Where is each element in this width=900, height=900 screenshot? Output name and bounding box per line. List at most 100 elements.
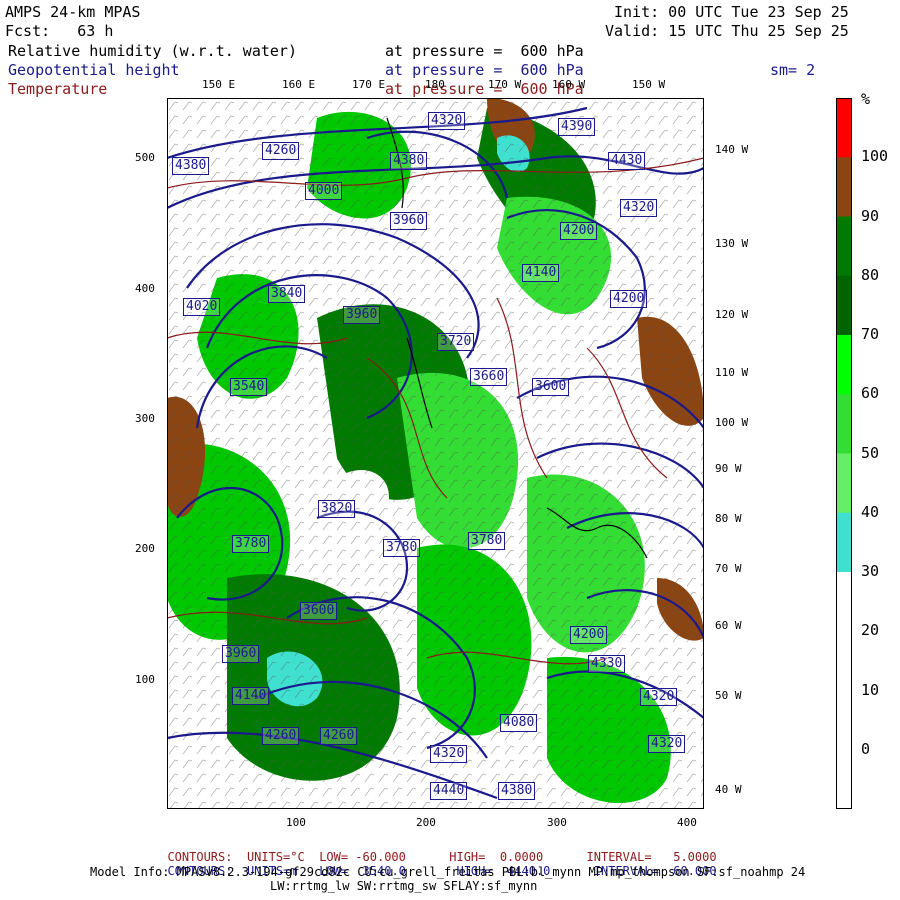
top-lon-label: 160 W	[552, 78, 586, 91]
right-lon-label: 140 W	[715, 143, 749, 156]
forecast-hour: Fcst: 63 h	[5, 22, 114, 40]
field-height-level: at pressure = 600 hPa	[385, 61, 584, 79]
height-contour-label: 4080	[500, 714, 538, 732]
colorbar-level-label: 80	[861, 265, 880, 284]
x-tick-label: 200	[416, 816, 436, 829]
colorbar-swatch	[836, 690, 852, 751]
colorbar-level-label: 50	[861, 443, 880, 462]
model-info-physics: LW:rrtmg_lw SW:rrtmg_sw SFLAY:sf_mynn	[270, 879, 538, 893]
field-rh-level: at pressure = 600 hPa	[385, 42, 584, 60]
colorbar-swatch	[836, 335, 852, 395]
top-lon-label: 170 E	[352, 78, 386, 91]
right-lon-label: 90 W	[715, 462, 742, 475]
right-lon-label: 100 W	[715, 416, 749, 429]
height-contour-label: 4330	[588, 655, 626, 673]
height-contour-label: 4200	[560, 222, 598, 240]
model-info: Model Info: MPASv8.2.3-194-gf29cd82c CU:…	[90, 865, 806, 879]
x-tick-label: 100	[286, 816, 306, 829]
height-contour-label: 4430	[608, 152, 646, 170]
colorbar-swatch	[836, 749, 852, 809]
height-contour-label: 4260	[262, 142, 300, 160]
height-contour-label: 4200	[570, 626, 608, 644]
y-tick-label: 200	[135, 542, 155, 555]
top-lon-label: 150 W	[632, 78, 666, 91]
height-contour-label: 4200	[610, 290, 648, 308]
right-lon-label: 70 W	[715, 562, 742, 575]
colorbar-level-label: 90	[861, 206, 880, 225]
field-height-name: Geopotential height	[8, 61, 180, 79]
height-contour-label: 3960	[343, 306, 381, 324]
colorbar-level-label: 70	[861, 325, 880, 343]
colorbar-swatch	[836, 631, 852, 691]
height-contour-label: 4390	[558, 118, 596, 136]
height-contour-label: 3540	[230, 378, 268, 396]
field-temp-name: Temperature	[8, 80, 108, 98]
height-contour-label: 3960	[390, 212, 428, 230]
top-lon-label: 150 E	[202, 78, 236, 91]
height-contour-label: 4140	[522, 264, 560, 282]
height-contour-label: 3780	[383, 539, 421, 557]
colorbar-swatch	[836, 453, 852, 514]
height-contour-label: 3660	[470, 368, 508, 386]
height-contour-label: 4380	[172, 157, 210, 175]
field-rh-name: Relative humidity (w.r.t. water)	[8, 42, 297, 60]
colorbar-level-label: 60	[861, 384, 880, 403]
colorbar-level-label: 10	[861, 680, 880, 699]
smoothing-label: sm= 2	[770, 61, 816, 79]
height-contour-label: 4020	[183, 298, 221, 316]
right-lon-label: 80 W	[715, 512, 742, 525]
humidity-colorbar	[836, 98, 852, 809]
colorbar-level-label: 40	[861, 502, 880, 521]
init-time: Init: 00 UTC Tue 23 Sep 25	[614, 3, 849, 21]
x-tick-label: 300	[547, 816, 567, 829]
colorbar-level-label: 20	[861, 621, 880, 640]
colorbar-swatch	[836, 275, 852, 336]
colorbar-swatch	[836, 157, 852, 217]
height-contour-label: 3840	[268, 285, 306, 303]
top-lon-label: 160 E	[282, 78, 316, 91]
height-contour-label: 4320	[640, 688, 678, 706]
colorbar-swatch	[836, 394, 852, 454]
height-contour-label: 4380	[390, 152, 428, 170]
height-contour-label: 4320	[428, 112, 466, 130]
height-contour-label: 4320	[648, 735, 686, 753]
height-contour-label: 4440	[430, 782, 468, 800]
height-contour-label: 3960	[222, 645, 260, 663]
height-contour-label: 4000	[305, 182, 343, 200]
x-tick-label: 400	[677, 816, 697, 829]
height-contour-label: 3780	[468, 532, 506, 550]
height-contour-label: 4260	[320, 727, 358, 745]
height-contour-label: 4260	[262, 727, 300, 745]
y-tick-label: 500	[135, 151, 155, 164]
y-tick-label: 300	[135, 412, 155, 425]
right-lon-label: 60 W	[715, 619, 742, 632]
height-contour-label: 4320	[430, 745, 468, 763]
right-lon-label: 110 W	[715, 366, 749, 379]
colorbar-swatch	[836, 98, 852, 158]
height-contour-label: 3820	[318, 500, 356, 518]
height-contour-label: 4140	[232, 687, 270, 705]
height-contour-label: 3780	[232, 535, 270, 553]
y-tick-label: 400	[135, 282, 155, 295]
right-lon-label: 40 W	[715, 783, 742, 796]
height-contour-label: 3600	[532, 378, 570, 396]
right-lon-label: 50 W	[715, 689, 742, 702]
y-tick-label: 100	[135, 673, 155, 686]
colorbar-swatch	[836, 512, 852, 573]
colorbar-swatch	[836, 572, 852, 632]
model-title: AMPS 24-km MPAS	[5, 3, 141, 21]
colorbar-level-label: 30	[861, 562, 880, 580]
top-lon-label: 170 W	[488, 78, 522, 91]
height-contour-label: 3600	[300, 602, 338, 620]
colorbar-level-label: 100	[861, 147, 889, 166]
height-contour-label: 3720	[437, 333, 475, 351]
colorbar-swatch	[836, 216, 852, 277]
top-lon-label: 180	[425, 78, 445, 91]
colorbar-level-label: 0	[861, 739, 871, 758]
colorbar-unit: %	[861, 90, 871, 108]
right-lon-label: 130 W	[715, 237, 749, 250]
right-lon-label: 120 W	[715, 308, 749, 321]
valid-time: Valid: 15 UTC Thu 25 Sep 25	[605, 22, 849, 40]
height-contour-label: 4380	[498, 782, 536, 800]
height-contour-label: 4320	[620, 199, 658, 217]
